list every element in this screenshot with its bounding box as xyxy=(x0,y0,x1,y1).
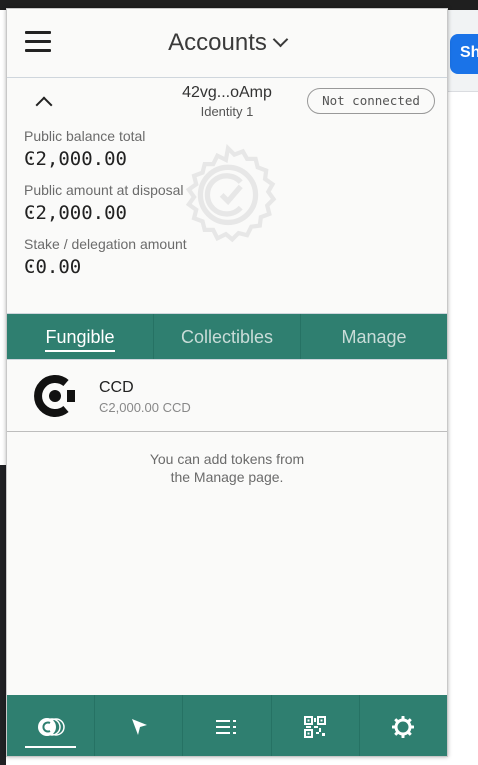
token-name: CCD xyxy=(99,379,134,396)
wallet-popup: Accounts 42vg...oAmp Identity 1 Not conn… xyxy=(6,8,448,757)
chevron-down-icon xyxy=(272,31,289,48)
connection-status-badge[interactable]: Not connected xyxy=(307,88,435,114)
balance-disposal-label: Public amount at disposal xyxy=(24,182,184,198)
nav-item-settings[interactable] xyxy=(360,695,447,756)
token-row-ccd[interactable]: CCD Ͼ2,000.00 CCD xyxy=(7,360,447,432)
nav-item-home[interactable] xyxy=(7,695,96,756)
tab-collectibles[interactable]: Collectibles xyxy=(154,314,301,359)
tab-fungible-label: Fungible xyxy=(45,327,115,352)
page-title: Accounts xyxy=(168,29,267,56)
send-cursor-icon xyxy=(131,718,147,735)
balance-total-value: Ͼ2,000.00 xyxy=(24,148,127,170)
background-page xyxy=(448,10,478,765)
token-tabs: Fungible Collectibles Manage xyxy=(7,314,447,360)
bottom-nav xyxy=(7,695,447,756)
nav-item-send[interactable] xyxy=(95,695,184,756)
chevron-up-icon[interactable] xyxy=(33,94,55,110)
tab-manage[interactable]: Manage xyxy=(301,314,447,359)
tab-fungible[interactable]: Fungible xyxy=(7,314,154,359)
transaction-list-icon xyxy=(216,719,236,734)
qr-code-icon xyxy=(304,715,327,738)
balance-disposal-value: Ͼ2,000.00 xyxy=(24,202,127,224)
account-address: 42vg...oAmp xyxy=(182,84,272,101)
account-identity: Identity 1 xyxy=(200,104,254,119)
background-bottom-strip xyxy=(6,757,448,765)
accounts-dropdown[interactable]: Accounts xyxy=(7,29,447,57)
settings-gear-icon xyxy=(392,715,415,738)
account-details: 42vg...oAmp Identity 1 Not connected Pub… xyxy=(7,78,447,314)
header: Accounts xyxy=(7,9,447,78)
tab-collectibles-label: Collectibles xyxy=(180,327,274,347)
nav-item-receive[interactable] xyxy=(272,695,360,756)
hint-line-2: the Manage page. xyxy=(170,469,284,485)
add-tokens-hint: You can add tokens from the Manage page. xyxy=(7,450,447,486)
hint-line-1: You can add tokens from xyxy=(149,451,305,467)
ccd-logo-icon xyxy=(34,375,75,417)
background-share-button: Sh xyxy=(450,34,478,74)
verified-seal-icon xyxy=(185,144,277,243)
balance-total-label: Public balance total xyxy=(24,128,146,144)
nav-item-transactions[interactable] xyxy=(183,695,272,756)
stake-amount-label: Stake / delegation amount xyxy=(24,236,187,252)
token-amount: Ͼ2,000.00 CCD xyxy=(99,400,191,415)
ccd-coins-icon xyxy=(37,717,65,736)
stake-amount-value: Ͼ0.00 xyxy=(24,256,82,278)
tab-manage-label: Manage xyxy=(341,327,407,347)
